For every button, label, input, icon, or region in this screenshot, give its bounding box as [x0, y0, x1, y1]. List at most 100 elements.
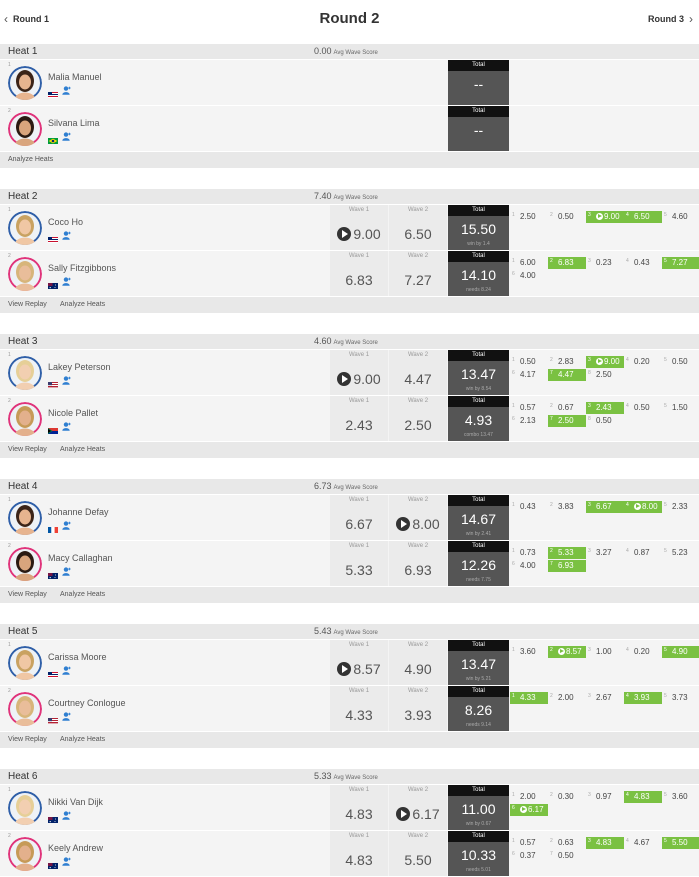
athlete-name[interactable]: Lakey Peterson	[48, 362, 111, 372]
hawaii-flag-icon	[48, 665, 58, 678]
athlete-name[interactable]: Sally Fitzgibbons	[48, 263, 116, 273]
play-icon[interactable]	[337, 372, 352, 386]
wave-number: 1	[512, 548, 515, 554]
wave-grid	[510, 106, 699, 151]
wave-number: 5	[664, 357, 667, 363]
wave-cell	[586, 283, 624, 295]
wave-cell	[548, 224, 586, 236]
wave-1-cell: Wave 1 8.57	[330, 640, 388, 685]
wave-cell[interactable]: 3 9.00	[586, 356, 624, 368]
view-replay-link[interactable]: View Replay	[8, 591, 47, 598]
athlete-profile-icon[interactable]	[62, 227, 71, 240]
wave-cell[interactable]: 2 8.57	[548, 646, 586, 658]
athlete-profile-icon[interactable]	[62, 273, 71, 286]
analyze-heats-link[interactable]: Analyze Heats	[60, 591, 105, 598]
play-icon[interactable]	[337, 227, 352, 241]
athlete-row: 2 Silvana Lima Total --	[0, 106, 699, 151]
view-replay-link[interactable]: View Replay	[8, 446, 47, 453]
wave-cell	[548, 527, 586, 539]
athlete-avatar	[8, 501, 42, 535]
wave-number: 1	[512, 502, 515, 508]
wave-cell[interactable]: 4 8.00	[624, 501, 662, 513]
total-note: win by 0.67	[465, 821, 492, 827]
australia-flag-icon	[48, 810, 58, 823]
athlete-profile-icon[interactable]	[62, 853, 71, 866]
analyze-heats-link[interactable]: Analyze Heats	[8, 156, 53, 163]
athlete-name[interactable]: Nikki Van Dijk	[48, 797, 103, 807]
analyze-heats-link[interactable]: Analyze Heats	[60, 446, 105, 453]
total-score: 11.00	[461, 801, 496, 817]
total-cell: Total --	[448, 60, 509, 105]
wave-cell	[586, 382, 624, 394]
athlete-name[interactable]: Courtney Conlogue	[48, 698, 126, 708]
wave-value: 5.23	[672, 548, 688, 557]
wave-cell	[510, 125, 548, 137]
heat-header: Heat 5 5.43 Avg Wave Score	[0, 624, 699, 639]
wave-score: 6.50	[389, 226, 447, 242]
athlete-name[interactable]: Nicole Pallet	[48, 408, 98, 418]
total-cell: Total --	[448, 106, 509, 151]
wave-cell	[624, 138, 662, 150]
play-icon[interactable]	[596, 213, 603, 220]
athlete-profile-icon[interactable]	[62, 418, 71, 431]
wave-score: 7.27	[389, 272, 447, 288]
wave-cell	[586, 560, 624, 572]
wave-2-label: Wave 2	[407, 207, 429, 213]
wave-cell	[510, 659, 548, 671]
play-icon[interactable]	[558, 648, 565, 655]
view-replay-link[interactable]: View Replay	[8, 736, 47, 743]
athlete-profile-icon[interactable]	[62, 128, 71, 141]
wave-cell	[586, 527, 624, 539]
athlete-profile-icon[interactable]	[62, 82, 71, 95]
round-screen: { "nav": {"prev": "Round 1", "title": "R…	[0, 0, 699, 877]
wave-value: 3.60	[672, 792, 688, 801]
total-cell: Total 14.67 win by 2.41	[448, 495, 509, 540]
athlete-profile-icon[interactable]	[62, 662, 71, 675]
athlete-name[interactable]: Coco Ho	[48, 217, 83, 227]
wave-1-label: Wave 1	[348, 833, 370, 839]
athlete-name[interactable]: Macy Callaghan	[48, 553, 113, 563]
wave-cell	[662, 125, 699, 137]
wave-cell: 2 2.83	[548, 356, 586, 368]
wave-value: 0.57	[520, 838, 536, 847]
play-icon[interactable]	[634, 503, 641, 510]
athlete-name[interactable]: Malia Manuel	[48, 72, 102, 82]
wave-number: 2	[550, 212, 553, 218]
total-note: win by 1.4	[467, 241, 490, 247]
athlete-name[interactable]: Silvana Lima	[48, 118, 100, 128]
view-replay-link[interactable]: View Replay	[8, 301, 47, 308]
wave-value: 4.00	[520, 271, 536, 280]
play-icon[interactable]	[337, 662, 352, 676]
athlete-profile-icon[interactable]	[62, 807, 71, 820]
athlete-profile-icon[interactable]	[62, 517, 71, 530]
play-icon[interactable]	[396, 807, 411, 821]
analyze-heats-link[interactable]: Analyze Heats	[60, 301, 105, 308]
wave-2-cell: Wave 2 2.50	[389, 396, 447, 441]
hawaii-flag-icon	[48, 85, 58, 98]
total-label: Total	[448, 541, 509, 552]
wave-cell: 4 6.50	[624, 211, 662, 223]
athlete-profile-icon[interactable]	[62, 563, 71, 576]
play-icon[interactable]	[396, 517, 411, 531]
wave-cell	[662, 382, 699, 394]
wave-value: 0.37	[520, 851, 536, 860]
play-icon[interactable]	[520, 806, 527, 813]
athlete-name[interactable]: Johanne Defay	[48, 507, 109, 517]
play-icon[interactable]	[596, 358, 603, 365]
athlete-name[interactable]: Carissa Moore	[48, 652, 107, 662]
wave-cell: 4 0.20	[624, 356, 662, 368]
athlete-profile-icon[interactable]	[62, 372, 71, 385]
usa-flag-icon	[48, 711, 58, 724]
wave-cell[interactable]: 3 9.00	[586, 211, 624, 223]
wave-cell	[548, 659, 586, 671]
wave-cell	[548, 112, 586, 124]
next-round-link[interactable]: Round 3 ›	[648, 13, 693, 25]
athlete-row: 2 Sally Fitzgibbons Wave 1 6.83 Wave 2 7.27 To…	[0, 251, 699, 296]
athlete-profile-icon[interactable]	[62, 708, 71, 721]
wave-cell	[624, 79, 662, 91]
athlete-name[interactable]: Keely Andrew	[48, 843, 103, 853]
analyze-heats-link[interactable]: Analyze Heats	[60, 736, 105, 743]
wave-number: 2	[550, 403, 553, 409]
wave-cell[interactable]: 6 6.17	[510, 804, 548, 816]
athlete-avatar	[8, 356, 42, 390]
